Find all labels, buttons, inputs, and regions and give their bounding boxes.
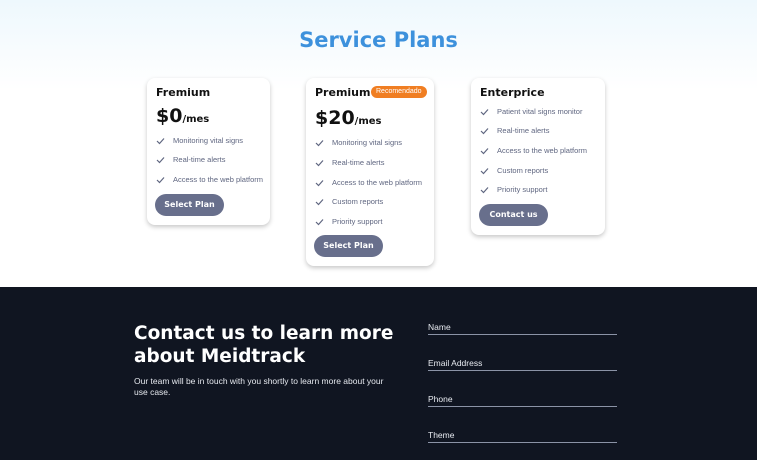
field-label: Email Address	[428, 358, 483, 368]
feature-item: Monitoring vital signs	[315, 138, 402, 147]
check-icon	[315, 198, 324, 205]
contact-title: Contact us to learn more about Meidtrack	[134, 323, 394, 367]
check-icon	[480, 127, 489, 134]
feature-label: Real-time alerts	[497, 126, 550, 135]
select-plan-button[interactable]: Select Plan	[314, 235, 383, 257]
feature-item: Access to the web platform	[480, 146, 587, 155]
theme-field[interactable]: Theme	[428, 430, 617, 443]
plan-name: Enterprice	[480, 86, 545, 99]
field-label: Phone	[428, 394, 453, 404]
feature-item: Real-time alerts	[156, 155, 226, 164]
feature-item: Priority support	[480, 185, 547, 194]
price-amount: $20	[315, 107, 355, 129]
price-period: /mes	[182, 114, 210, 125]
feature-label: Access to the web platform	[173, 175, 264, 184]
select-plan-button[interactable]: Select Plan	[155, 194, 224, 216]
feature-label: Custom reports	[497, 166, 549, 175]
plan-name: Premium	[315, 86, 371, 99]
price-amount: $0	[156, 105, 183, 127]
check-icon	[480, 147, 489, 154]
contact-us-button[interactable]: Contact us	[479, 204, 548, 226]
feature-label: Real-time alerts	[173, 155, 226, 164]
feature-label: Priority support	[332, 217, 383, 226]
feature-label: Patient vital signs monitor	[497, 107, 583, 116]
feature-label: Access to the web platform	[332, 178, 423, 187]
plan-card-fremium: Fremium $0/mes Monitoring vital signs Re…	[147, 78, 270, 225]
check-icon	[480, 167, 489, 174]
feature-label: Custom reports	[332, 197, 384, 206]
feature-item: Custom reports	[480, 166, 548, 175]
check-icon	[156, 176, 165, 183]
feature-label: Monitoring vital signs	[173, 136, 244, 145]
field-label: Theme	[428, 430, 455, 440]
feature-item: Priority support	[315, 217, 382, 226]
contact-section: Contact us to learn more about Meidtrack…	[0, 287, 757, 460]
check-icon	[315, 159, 324, 166]
feature-label: Priority support	[497, 185, 548, 194]
field-label: Name	[428, 322, 451, 332]
feature-item: Real-time alerts	[480, 126, 550, 135]
plan-price: $20/mes	[315, 107, 381, 129]
price-period: /mes	[354, 116, 382, 127]
plan-name: Fremium	[156, 86, 211, 99]
section-title: Service Plans	[299, 28, 458, 52]
check-icon	[480, 108, 489, 115]
check-icon	[315, 139, 324, 146]
plan-price: $0/mes	[156, 105, 209, 127]
feature-item: Real-time alerts	[315, 158, 385, 167]
feature-item: Access to the web platform	[315, 178, 422, 187]
contact-subtitle: Our team will be in touch with you short…	[134, 376, 384, 397]
plan-card-premium: Premium Recomendado $20/mes Monitoring v…	[306, 78, 434, 266]
plan-card-enterprice: Enterprice Patient vital signs monitor R…	[471, 78, 605, 235]
check-icon	[480, 186, 489, 193]
feature-item: Monitoring vital signs	[156, 136, 243, 145]
feature-item: Custom reports	[315, 197, 383, 206]
feature-label: Monitoring vital signs	[332, 138, 403, 147]
check-icon	[315, 179, 324, 186]
phone-field[interactable]: Phone	[428, 394, 617, 407]
check-icon	[315, 218, 324, 225]
check-icon	[156, 137, 165, 144]
feature-label: Access to the web platform	[497, 146, 588, 155]
feature-item: Access to the web platform	[156, 175, 263, 184]
name-field[interactable]: Name	[428, 322, 617, 335]
check-icon	[156, 156, 165, 163]
email-field[interactable]: Email Address	[428, 358, 617, 371]
feature-item: Patient vital signs monitor	[480, 107, 582, 116]
recommended-badge: Recomendado	[371, 86, 427, 98]
feature-label: Real-time alerts	[332, 158, 385, 167]
